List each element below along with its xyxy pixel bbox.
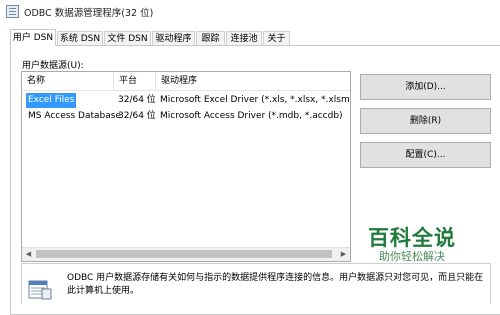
tab-tracing[interactable]: 跟踪 [196,31,225,45]
remove-button[interactable]: 删除(R) [360,108,491,134]
horizontal-scrollbar[interactable]: ◀ ▶ [22,247,350,261]
window-title: ODBC 数据源管理程序(32 位) [24,8,154,19]
database-icon [28,280,52,300]
info-line-1: ODBC 用户数据源存储有关如何与指示的数据提供程序连接的信息。用户数据源只对您… [67,273,484,283]
tab-drivers[interactable]: 驱动程序 [152,31,195,45]
column-header-platform[interactable]: 平台 [114,72,156,90]
scrollbar-thumb[interactable] [36,250,332,258]
column-header-driver[interactable]: 驱动程序 [156,72,350,90]
watermark-subtitle: 助你轻松解决 [379,250,445,263]
list-item-platform: 32/64 位 [118,95,156,105]
tab-about[interactable]: 关于 [263,31,290,45]
tab-connection-pooling[interactable]: 连接池 [226,31,262,45]
scroll-left-arrow-icon[interactable]: ◀ [22,248,35,261]
list-item-driver: Microsoft Access Driver (*.mdb, *.accdb) [160,111,343,121]
list-item-name: MS Access Database [28,111,121,121]
list-item[interactable]: Excel Files 32/64 位 Microsoft Excel Driv… [22,93,350,108]
list-item-name: Excel Files [26,93,77,108]
data-source-list[interactable]: 名称 平台 驱动程序 Excel Files 32/64 位 Microsoft… [21,71,351,262]
add-button[interactable]: 添加(D)... [360,74,491,100]
list-item-driver: Microsoft Excel Driver (*.xls, *.xlsx, *… [160,95,350,105]
info-box: ODBC 用户数据源存储有关如何与指示的数据提供程序连接的信息。用户数据源只对您… [21,263,491,304]
list-item[interactable]: MS Access Database 32/64 位 Microsoft Acc… [22,109,350,124]
configure-button[interactable]: 配置(C)... [360,142,491,168]
odbc-app-icon [6,5,19,18]
tab-file-dsn[interactable]: 文件 DSN [104,31,151,45]
list-header: 名称 平台 驱动程序 [22,72,350,91]
list-item-platform: 32/64 位 [118,111,156,121]
tab-user-dsn[interactable]: 用户 DSN [10,29,56,46]
title-bar: ODBC 数据源管理程序(32 位) [0,0,500,24]
info-text: ODBC 用户数据源存储有关如何与指示的数据提供程序连接的信息。用户数据源只对您… [67,272,487,298]
info-line-2: 此计算机上使用。 [67,286,140,296]
tab-system-dsn[interactable]: 系统 DSN [57,31,103,45]
user-data-sources-label: 用户数据源(U): [22,61,84,71]
column-header-name[interactable]: 名称 [22,72,114,90]
watermark-title: 百科全说 [368,226,456,250]
watermark: 百科全说 助你轻松解决 [352,226,472,264]
tab-strip: 用户 DSN 系统 DSN 文件 DSN 驱动程序 跟踪 连接池 关于 [10,29,500,46]
scroll-right-arrow-icon[interactable]: ▶ [337,248,350,261]
